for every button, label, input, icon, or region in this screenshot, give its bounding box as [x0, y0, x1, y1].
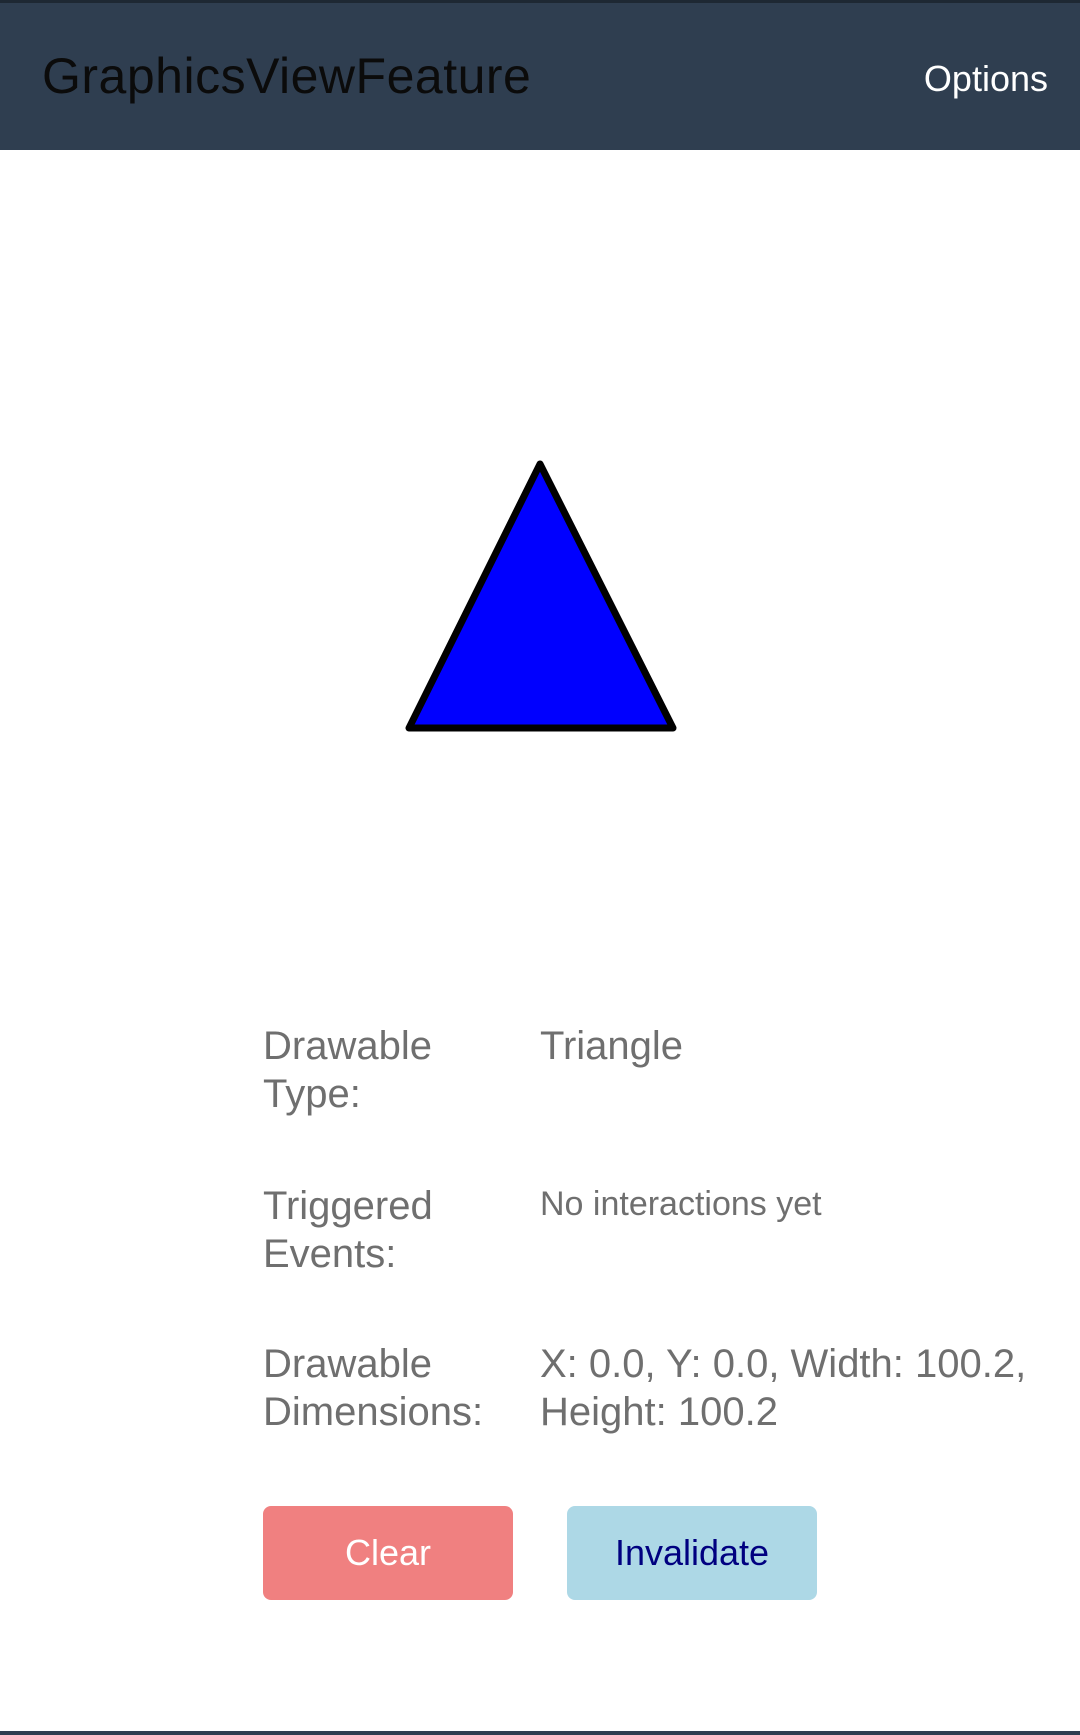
options-menu-button[interactable]: Options	[924, 58, 1048, 100]
drawable-type-label: Drawable Type:	[263, 1024, 432, 1116]
drawable-dimensions-value: X: 0.0, Y: 0.0, Width: 100.2, Height: 10…	[540, 1342, 1027, 1434]
graphics-view[interactable]	[0, 150, 1080, 980]
clear-button[interactable]: Clear	[263, 1506, 513, 1600]
bottom-divider	[0, 1731, 1080, 1735]
app-toolbar: GraphicsViewFeature Options	[0, 0, 1080, 150]
triangle-drawable[interactable]	[405, 460, 677, 732]
drawable-dimensions-label: Drawable Dimensions:	[263, 1342, 484, 1434]
triggered-events-label: Triggered Events:	[263, 1184, 433, 1276]
graphics-canvas[interactable]	[0, 150, 1080, 980]
invalidate-button[interactable]: Invalidate	[567, 1506, 817, 1600]
app-title: GraphicsViewFeature	[42, 48, 532, 104]
drawable-type-value: Triangle	[540, 1024, 684, 1068]
triggered-events-value: No interactions yet	[540, 1185, 822, 1223]
